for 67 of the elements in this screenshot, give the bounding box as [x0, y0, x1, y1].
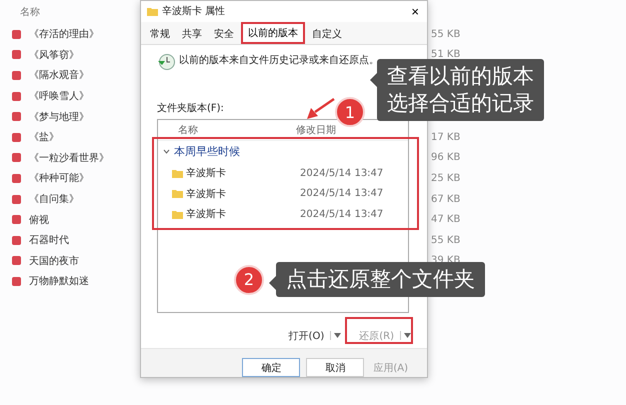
file-name[interactable]: 《呼唤雪人》 [29, 89, 89, 104]
info-text: 以前的版本来自文件历史记录或来自还原点。 [179, 54, 379, 67]
caret-icon [400, 331, 411, 340]
tab[interactable]: 安全 [209, 22, 239, 44]
clock-icon [157, 52, 175, 71]
dialog-button[interactable]: 取消 [306, 358, 364, 377]
file-icon [12, 50, 21, 60]
file-icon [12, 276, 21, 286]
file-icon [12, 112, 21, 122]
file-name[interactable]: 《一粒沙看世界》 [29, 150, 109, 165]
version-date: 2024/5/14 13:47 [300, 168, 384, 179]
tab[interactable]: 常规 [145, 22, 175, 44]
tab[interactable]: 共享 [177, 22, 207, 44]
arrow-icon [306, 98, 336, 120]
file-name[interactable]: 俯视 [29, 212, 49, 227]
folder-icon [172, 168, 183, 178]
tab[interactable]: 自定义 [307, 22, 347, 44]
file-size: 47 KB [431, 214, 462, 226]
close-button[interactable]: × [409, 4, 421, 19]
window-title: 辛波斯卡 属性 [162, 4, 226, 18]
version-name[interactable]: 辛波斯卡 [186, 166, 297, 180]
version-name[interactable]: 辛波斯卡 [186, 186, 297, 201]
file-name[interactable]: 《梦与地理》 [29, 110, 89, 124]
file-name[interactable]: 石器时代 [29, 233, 69, 248]
file-name[interactable]: 《自问集》 [29, 192, 79, 206]
column-header[interactable]: 名称 [20, 5, 40, 19]
group-header: 本周早些时候 [174, 144, 240, 160]
dialog-button[interactable]: 确定 [242, 358, 300, 377]
file-name[interactable]: 《隔水观音》 [29, 68, 89, 82]
version-date: 2024/5/14 13:47 [300, 188, 384, 200]
file-size: 96 KB [431, 152, 462, 164]
file-size: 55 KB [431, 28, 462, 40]
version-date: 2024/5/14 13:47 [300, 208, 384, 220]
file-size: 51 KB [431, 49, 462, 60]
file-size: 25 KB [431, 172, 462, 184]
callout-text: 查看以前的版本 [387, 63, 534, 90]
file-name[interactable]: 《存活的理由》 [29, 27, 99, 42]
file-size: 67 KB [431, 194, 462, 205]
file-size: 55 KB [431, 234, 462, 246]
file-name[interactable]: 天国的夜市 [29, 254, 79, 268]
split-button[interactable]: 打开(O) [284, 326, 346, 345]
field-label: 文件夹版本(F): [157, 102, 224, 115]
tab[interactable]: 以前的版本 [241, 22, 305, 44]
file-icon [12, 70, 21, 80]
highlight-rectangle [345, 317, 413, 344]
column-header[interactable]: 修改日期 [296, 122, 336, 137]
file-icon [12, 174, 21, 183]
file-icon [12, 132, 21, 142]
folder-icon [172, 210, 183, 219]
column-header[interactable]: 名称 [158, 122, 296, 137]
folder-icon [172, 189, 183, 198]
file-icon [12, 194, 21, 204]
callout-text: 选择合适的记录 [387, 90, 534, 117]
file-name[interactable]: 《种种可能》 [29, 171, 89, 186]
version-name[interactable]: 辛波斯卡 [186, 207, 297, 222]
file-icon [12, 236, 21, 245]
file-icon [12, 215, 21, 224]
file-name[interactable]: 《盐》 [29, 130, 59, 144]
file-icon [12, 153, 21, 162]
file-name[interactable]: 万物静默如迷 [29, 274, 89, 288]
file-icon [12, 256, 21, 266]
folder-icon [147, 6, 158, 16]
file-size: 17 KB [431, 132, 462, 143]
file-icon [12, 92, 21, 101]
file-name[interactable]: 《风筝窃》 [29, 48, 79, 62]
caret-icon [330, 331, 342, 340]
file-icon [12, 30, 21, 39]
